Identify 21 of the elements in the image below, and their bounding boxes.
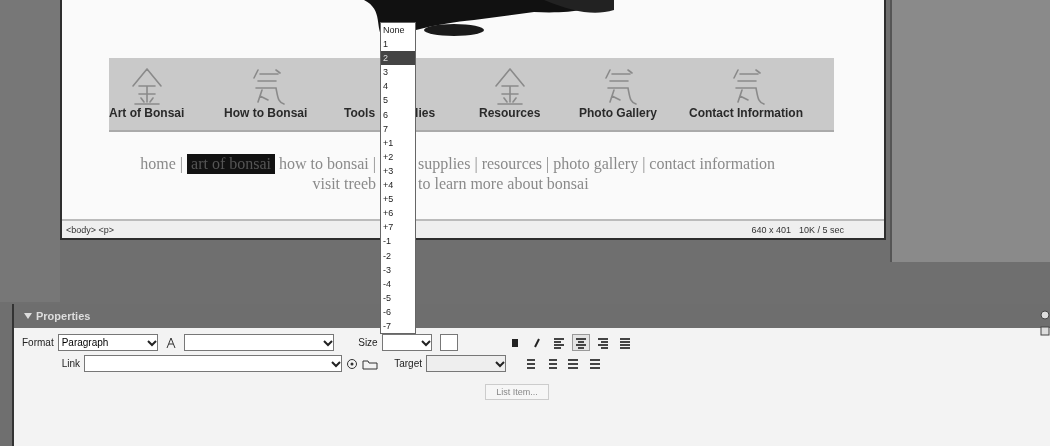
nav-link[interactable]: Tools bbox=[344, 106, 376, 120]
download-time: 10K / 5 sec bbox=[798, 224, 844, 235]
nav-link[interactable]: Resources bbox=[479, 106, 541, 120]
nav-link[interactable]: lies bbox=[415, 106, 436, 120]
panel-title[interactable]: Properties bbox=[36, 310, 91, 322]
nav-link[interactable]: Photo Gallery bbox=[579, 106, 658, 120]
format-select[interactable]: Paragraph bbox=[57, 334, 158, 351]
target-label: Target bbox=[393, 358, 422, 369]
dropdown-option[interactable]: 2 bbox=[381, 51, 415, 66]
tag-selector[interactable]: <body> <p> bbox=[66, 224, 115, 235]
text-line: visit treeb bbox=[312, 174, 376, 194]
link-label: Link bbox=[60, 358, 80, 369]
nav-link[interactable]: Art of Bonsai bbox=[109, 106, 185, 120]
window-size[interactable]: 640 x 401 bbox=[751, 224, 791, 235]
text-line: to learn more about bonsai bbox=[418, 174, 589, 194]
text-link[interactable]: home | bbox=[140, 154, 184, 174]
nav-link[interactable]: Contact Information bbox=[689, 106, 803, 120]
list-item-button[interactable]: List Item... bbox=[485, 384, 549, 400]
nav-link[interactable]: How to Bonsai bbox=[224, 106, 308, 120]
format-label: Format bbox=[22, 337, 54, 348]
size-label: Size bbox=[357, 337, 378, 348]
